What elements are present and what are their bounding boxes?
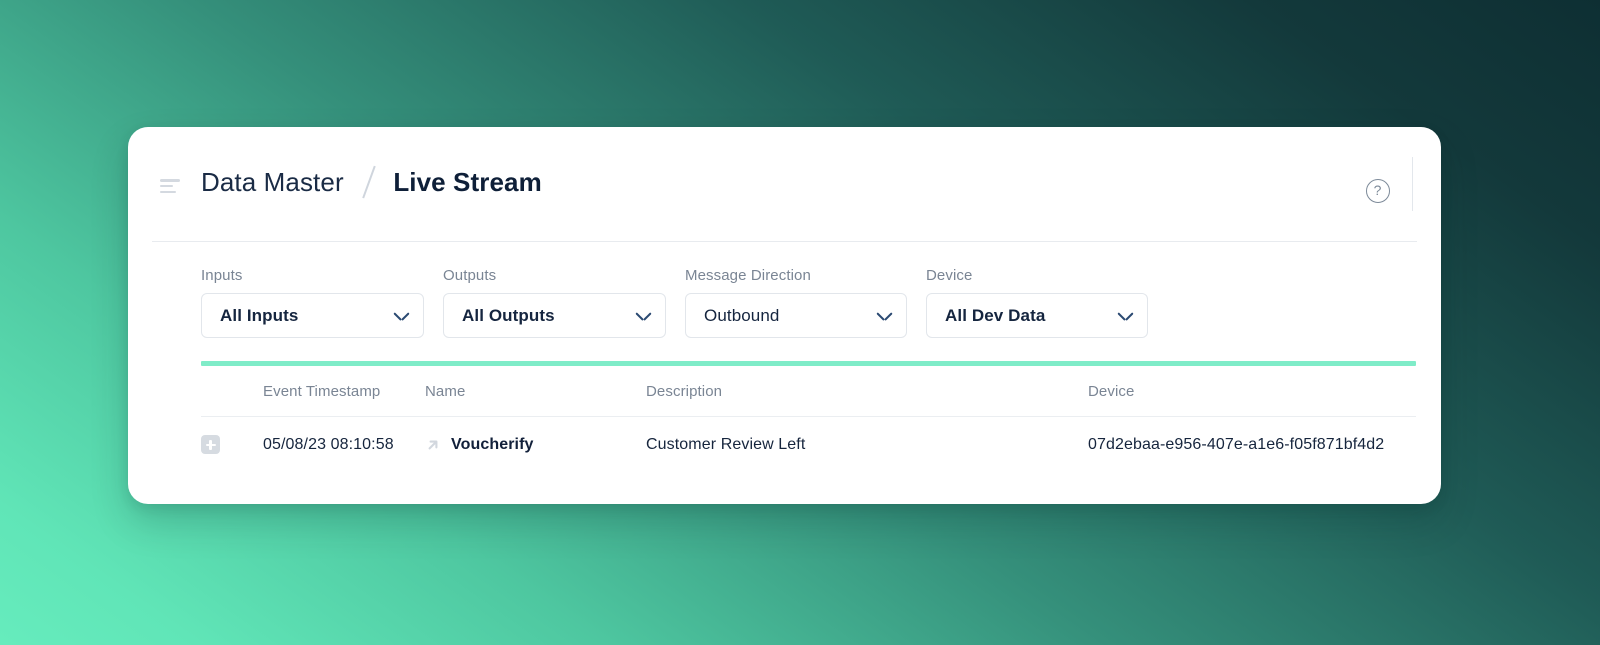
table-header-event-timestamp[interactable]: Event Timestamp	[263, 383, 425, 400]
message-direction-select-value: Outbound	[704, 305, 780, 325]
row-expand-cell	[201, 435, 263, 454]
inputs-select-value: All Inputs	[220, 305, 299, 325]
chevron-down-icon	[636, 311, 651, 320]
breadcrumb-item-live-stream: Live Stream	[393, 166, 542, 197]
row-description: Customer Review Left	[646, 435, 806, 453]
filter-message-direction: Message Direction Outbound	[685, 267, 907, 338]
row-timestamp: 05/08/23 08:10:58	[263, 435, 394, 453]
breadcrumb-item-data-master[interactable]: Data Master	[201, 167, 344, 198]
breadcrumb: Data Master Live Stream	[201, 165, 542, 199]
table-header-description[interactable]: Description	[646, 383, 1088, 400]
message-direction-select[interactable]: Outbound	[685, 293, 907, 338]
row-name-cell: Voucherify	[425, 436, 646, 454]
question-circle-icon[interactable]: ?	[1365, 179, 1390, 203]
header-rule	[152, 241, 1417, 242]
live-stream-card: Data Master Live Stream ? Inputs All Inp…	[128, 127, 1441, 504]
menu-line-1	[160, 179, 180, 182]
filter-outputs: Outputs All Outputs	[443, 267, 666, 338]
table-header-row: Event Timestamp Name Description Device	[201, 366, 1416, 417]
plus-square-icon[interactable]	[201, 435, 220, 454]
chevron-down-icon	[1118, 311, 1133, 320]
chevron-down-icon	[394, 311, 409, 320]
menu-line-3	[160, 190, 176, 193]
filter-label-outputs: Outputs	[443, 267, 497, 284]
filter-device: Device All Dev Data	[926, 267, 1148, 338]
live-stream-table: Event Timestamp Name Description Device …	[201, 366, 1416, 472]
row-device: 07d2ebaa-e956-407e-a1e6-f05f871bf4d2	[1088, 435, 1385, 453]
menu-line-2	[160, 184, 173, 188]
chevron-down-icon	[877, 311, 892, 320]
filter-label-device: Device	[926, 267, 973, 284]
header-actions: ?	[1365, 157, 1413, 211]
filter-label-message-direction: Message Direction	[685, 267, 811, 284]
breadcrumb-separator-icon	[361, 165, 376, 199]
filter-label-inputs: Inputs	[201, 267, 243, 284]
table-row[interactable]: 05/08/23 08:10:58 Voucherify Customer Re…	[201, 417, 1416, 472]
outputs-select-value: All Outputs	[462, 305, 555, 325]
table-header-name[interactable]: Name	[425, 383, 646, 400]
device-select-value: All Dev Data	[945, 305, 1046, 325]
table-header-device[interactable]: Device	[1088, 383, 1416, 400]
row-name: Voucherify	[451, 435, 534, 453]
filter-inputs: Inputs All Inputs	[201, 267, 424, 338]
card-header: Data Master Live Stream ?	[128, 127, 1441, 241]
align-left-icon[interactable]	[160, 179, 180, 193]
outputs-select[interactable]: All Outputs	[443, 293, 666, 338]
filter-bar: Inputs All Inputs Outputs All Outputs Me…	[201, 267, 1167, 338]
arrow-up-right-icon	[428, 440, 438, 449]
device-select[interactable]: All Dev Data	[926, 293, 1148, 338]
inputs-select[interactable]: All Inputs	[201, 293, 424, 338]
header-divider	[1411, 157, 1413, 211]
